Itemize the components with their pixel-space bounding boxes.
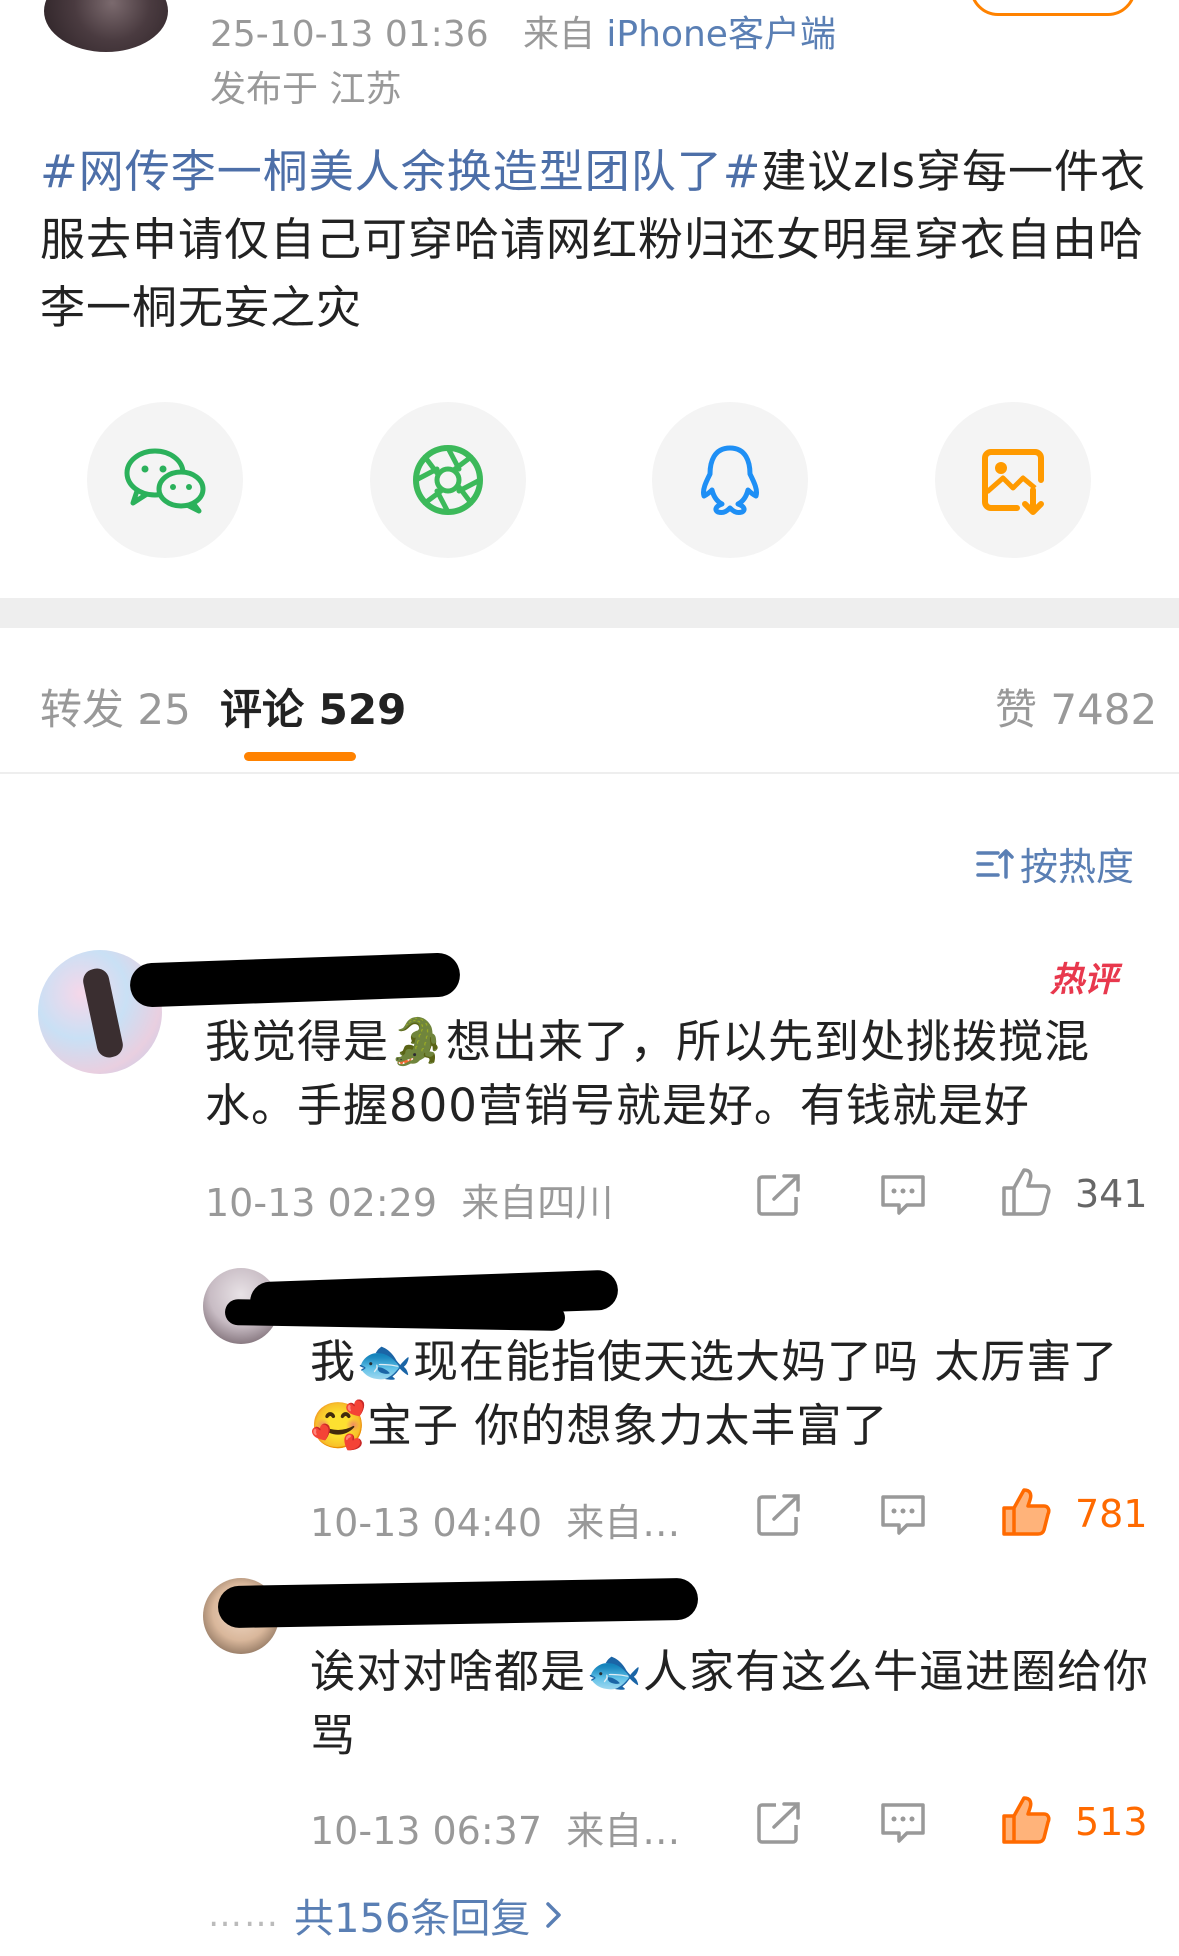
repost-button[interactable]: [752, 1170, 806, 1220]
comment-icon: [881, 1803, 925, 1843]
comment-icon: [881, 1495, 925, 1535]
save-image-icon: [982, 449, 1044, 515]
thumbs-up-icon: [1002, 1168, 1051, 1216]
repost-button[interactable]: [752, 1798, 806, 1848]
like-button[interactable]: [998, 1792, 1054, 1848]
reply-button[interactable]: [876, 1170, 930, 1220]
reply-button[interactable]: [876, 1490, 930, 1540]
comment-text: 诶对对啥都是🐟人家有这么牛逼进圈给你骂: [310, 1645, 1150, 1762]
thumbs-up-icon: [1002, 1488, 1051, 1536]
wechat-icon: [124, 448, 206, 514]
replies-label: 共156条回复: [294, 1896, 531, 1942]
hot-comment-badge: 热评: [1050, 960, 1118, 1000]
like-count: 513: [1075, 1800, 1148, 1844]
comment-text: 我🐟现在能指使天选大妈了吗 太厉害了🥰宝子 你的想象力太丰富了: [310, 1335, 1119, 1452]
redacted-username: [217, 1577, 699, 1629]
replies-dots: ……: [208, 1895, 280, 1935]
comment-meta: 10-13 02:29 来自四川: [205, 1172, 613, 1227]
chevron-right-icon: [546, 1902, 562, 1928]
post-timestamp: 25-10-13 01:36: [210, 14, 489, 55]
comment-time: 10-13 06:37: [310, 1809, 543, 1853]
topic-link[interactable]: #网传李一桐美人余换造型团队了#: [40, 145, 761, 198]
sort-button[interactable]: 按热度: [976, 836, 1134, 891]
view-more-replies[interactable]: …… 共156条回复: [208, 1886, 564, 1944]
comment-icon: [881, 1175, 925, 1215]
share-qq-button[interactable]: [652, 402, 808, 558]
active-tab-indicator: [244, 752, 356, 761]
like-count: 781: [1075, 1492, 1148, 1536]
tabs-divider: [0, 772, 1179, 774]
comment-time: 10-13 04:40: [310, 1501, 543, 1545]
save-image-button[interactable]: [935, 402, 1091, 558]
repost-button[interactable]: [752, 1490, 806, 1540]
tab-comments[interactable]: 评论 529: [220, 676, 406, 737]
share-icon: [757, 1494, 800, 1536]
like-count: 341: [1075, 1172, 1148, 1216]
moments-icon: [413, 445, 483, 515]
comment-location: 来自…: [566, 1501, 681, 1545]
comment-meta: 10-13 06:37 来自…: [310, 1800, 680, 1855]
like-button[interactable]: [998, 1484, 1054, 1540]
thumbs-up-icon: [1002, 1796, 1051, 1844]
post-body: #网传李一桐美人余换造型团队了#建议zls穿每一件衣服去申请仅自己可穿哈请网红粉…: [40, 138, 1150, 342]
post-source-prefix: 来自: [522, 14, 595, 55]
comment-time: 10-13 02:29: [205, 1181, 438, 1225]
post-location: 发布于 江苏: [210, 69, 402, 110]
redacted-username: [129, 952, 461, 1008]
share-moments-button[interactable]: [370, 402, 526, 558]
sort-icon: [976, 848, 1014, 879]
tab-likes[interactable]: 赞 7482: [995, 676, 1157, 737]
reply-button[interactable]: [876, 1798, 930, 1848]
comment-meta: 10-13 04:40 来自…: [310, 1492, 680, 1547]
like-button[interactable]: [998, 1164, 1054, 1220]
share-icon: [757, 1802, 800, 1844]
share-wechat-button[interactable]: [87, 402, 243, 558]
redacted-username: [224, 1299, 566, 1331]
sort-label: 按热度: [1020, 845, 1135, 889]
comment-text: 我觉得是🐊想出来了，所以先到处挑拨搅混水。手握800营销号就是好。有钱就是好: [205, 1015, 1091, 1132]
post-author-avatar[interactable]: [44, 0, 168, 52]
comment-location: 来自…: [566, 1809, 681, 1853]
comment-location: 来自四川: [461, 1181, 614, 1225]
section-divider: [0, 598, 1179, 628]
post-source[interactable]: iPhone客户端: [606, 14, 836, 55]
share-icon: [757, 1174, 800, 1216]
tab-repost[interactable]: 转发 25: [40, 676, 191, 737]
qq-icon: [701, 445, 759, 515]
post-meta: 25-10-13 01:36 来自 iPhone客户端: [210, 5, 836, 57]
follow-button[interactable]: [970, 0, 1136, 16]
